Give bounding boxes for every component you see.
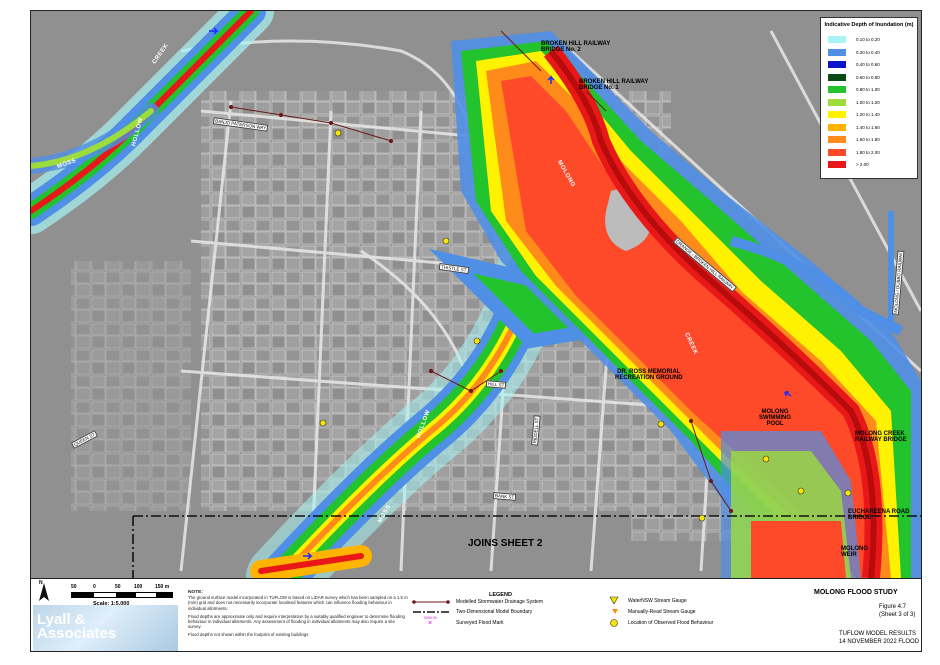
flood-map bbox=[31, 11, 921, 578]
depth-legend-row: 0.40 to 0.60 bbox=[828, 61, 880, 68]
joins-sheet-label: JOINS SHEET 2 bbox=[468, 538, 543, 549]
depth-swatch bbox=[828, 111, 846, 118]
depth-legend-title: Indicative Depth of Inundation (m) bbox=[824, 22, 914, 28]
company-logo: Lyall & Associates bbox=[33, 605, 178, 651]
logo-text: Lyall & Associates bbox=[37, 612, 117, 642]
note-para-2: Flood depths are approximate only and re… bbox=[188, 613, 405, 630]
scale-tick-4: 100 bbox=[134, 584, 143, 590]
note-block: NOTE: The ground surface model incorpora… bbox=[188, 590, 408, 638]
depth-range-label: 0.10 to 0.20 bbox=[856, 37, 880, 42]
depth-swatch bbox=[828, 48, 846, 56]
legend-flood-mark: Surveyed Flood Mark bbox=[456, 620, 504, 626]
depth-range-label: 0.80 to 1.00 bbox=[856, 87, 880, 92]
bridge-1-text: BROKEN HILL RAILWAY BRIDGE No. 1 bbox=[579, 79, 649, 91]
depth-legend-row: 1.60 to 1.80 bbox=[828, 136, 880, 143]
event-title: 14 NOVEMBER 2022 FLOOD bbox=[839, 639, 920, 645]
flood-mark-icon: × bbox=[428, 620, 433, 627]
depth-legend-row: 1.80 to 2.00 bbox=[828, 148, 880, 156]
legend-nsw-gauge: WaterNSW Stream Gauge bbox=[628, 598, 687, 604]
figure-number: Figure 4.7 bbox=[879, 604, 907, 610]
results-title: TUFLOW MODEL RESULTS bbox=[839, 631, 917, 637]
depth-legend-row: 0.20 to 0.40 bbox=[828, 48, 880, 56]
depth-swatch bbox=[828, 98, 846, 106]
logo-line-2: Associates bbox=[37, 625, 117, 642]
depth-legend-row: 0.80 to 1.00 bbox=[828, 86, 880, 93]
swimming-pool-text: MOLONG SWIMMING POOL bbox=[759, 409, 791, 427]
euchareena-bridge-text: EUCHAREENA ROAD BRIDGE bbox=[848, 509, 910, 521]
depth-range-label: 1.00 to 1.20 bbox=[856, 99, 880, 105]
depth-legend: Indicative Depth of Inundation (m) 0.10 … bbox=[820, 17, 918, 179]
boundary-symbol-icon bbox=[413, 611, 449, 613]
observed-flood-icon bbox=[610, 619, 618, 627]
depth-legend-row: 0.60 to 0.80 bbox=[828, 73, 880, 81]
recreation-ground-text: DR. ROSS MEMORIAL RECREATION GROUND bbox=[615, 369, 683, 381]
note-para-3: Flood depths not shown within the footpr… bbox=[188, 632, 309, 638]
euchareena-bridge-label: EUCHAREENA ROAD BRIDGE bbox=[848, 509, 909, 521]
bridge-2-text: BROKEN HILL RAILWAY BRIDGE No. 2 bbox=[541, 41, 611, 53]
legend-observed: Location of Observed Flood Behaviour bbox=[628, 620, 714, 626]
depth-range-label: 0.20 to 0.40 bbox=[856, 49, 880, 55]
depth-legend-row: 1.40 to 1.60 bbox=[828, 123, 880, 131]
weir-text: MOLONG WEIR bbox=[841, 546, 868, 558]
scale-tick-1: 50 bbox=[71, 584, 77, 590]
scale-tick-3: 50 bbox=[115, 584, 121, 590]
north-label: N bbox=[39, 580, 43, 586]
map-sheet: BROKEN HILL RAILWAY BRIDGE No. 2 BROKEN … bbox=[30, 10, 922, 652]
depth-swatch bbox=[828, 36, 846, 43]
depth-swatch bbox=[828, 73, 846, 81]
rail-bridge-text: MOLONG CREEK RAILWAY BRIDGE bbox=[855, 431, 907, 443]
depth-legend-row: 0.10 to 0.20 bbox=[828, 36, 880, 43]
scale-tick-2: 0 bbox=[93, 584, 96, 590]
drainage-symbol-icon bbox=[412, 600, 450, 604]
depth-range-label: 1.20 to 1.40 bbox=[856, 112, 880, 117]
depth-range-label: 1.40 to 1.60 bbox=[856, 124, 880, 130]
legend-boundary: Two-Dimensional Model Boundary bbox=[456, 609, 533, 615]
depth-legend-row: 1.20 to 1.40 bbox=[828, 111, 880, 118]
depth-range-label: 1.80 to 2.00 bbox=[856, 149, 880, 155]
depth-legend-row: > 2.00 bbox=[828, 161, 869, 168]
study-title: MOLONG FLOOD STUDY bbox=[814, 589, 898, 596]
note-para-1: The ground surface model incorporated in… bbox=[188, 595, 408, 611]
legend-drainage: Modelled Stormwater Drainage System bbox=[456, 599, 543, 605]
legend-manual-gauge: Manually-Read Stream Gauge bbox=[628, 609, 696, 615]
sheet-number: (Sheet 3 of 3) bbox=[879, 612, 916, 618]
depth-range-label: > 2.00 bbox=[856, 162, 869, 167]
depth-legend-row: 1.00 to 1.20 bbox=[828, 98, 880, 106]
depth-range-label: 0.40 to 0.60 bbox=[856, 62, 880, 67]
scale-bar bbox=[71, 592, 173, 598]
weir-label: MOLONG WEIR bbox=[841, 546, 868, 558]
depth-swatch bbox=[828, 123, 846, 131]
depth-swatch bbox=[828, 148, 846, 156]
legend-title: LEGEND bbox=[489, 592, 512, 598]
nsw-gauge-icon bbox=[609, 596, 619, 605]
rail-bridge-label: MOLONG CREEK RAILWAY BRIDGE bbox=[855, 431, 907, 443]
recreation-ground-label: DR. ROSS MEMORIAL RECREATION GROUND bbox=[615, 369, 683, 381]
scale-tick-5: 150 m bbox=[155, 584, 170, 590]
depth-swatch bbox=[828, 136, 846, 143]
bridge-2-label: BROKEN HILL RAILWAY BRIDGE No. 2 bbox=[541, 41, 610, 53]
manual-gauge-icon bbox=[612, 609, 618, 614]
depth-swatch bbox=[828, 161, 846, 168]
depth-swatch bbox=[828, 61, 846, 68]
depth-swatch bbox=[828, 86, 846, 93]
depth-range-label: 1.60 to 1.80 bbox=[856, 137, 880, 142]
depth-range-label: 0.60 to 0.80 bbox=[856, 74, 880, 80]
swimming-pool-label: MOLONG SWIMMING POOL bbox=[759, 409, 791, 427]
bridge-1-label: BROKEN HILL RAILWAY BRIDGE No. 1 bbox=[579, 79, 648, 91]
